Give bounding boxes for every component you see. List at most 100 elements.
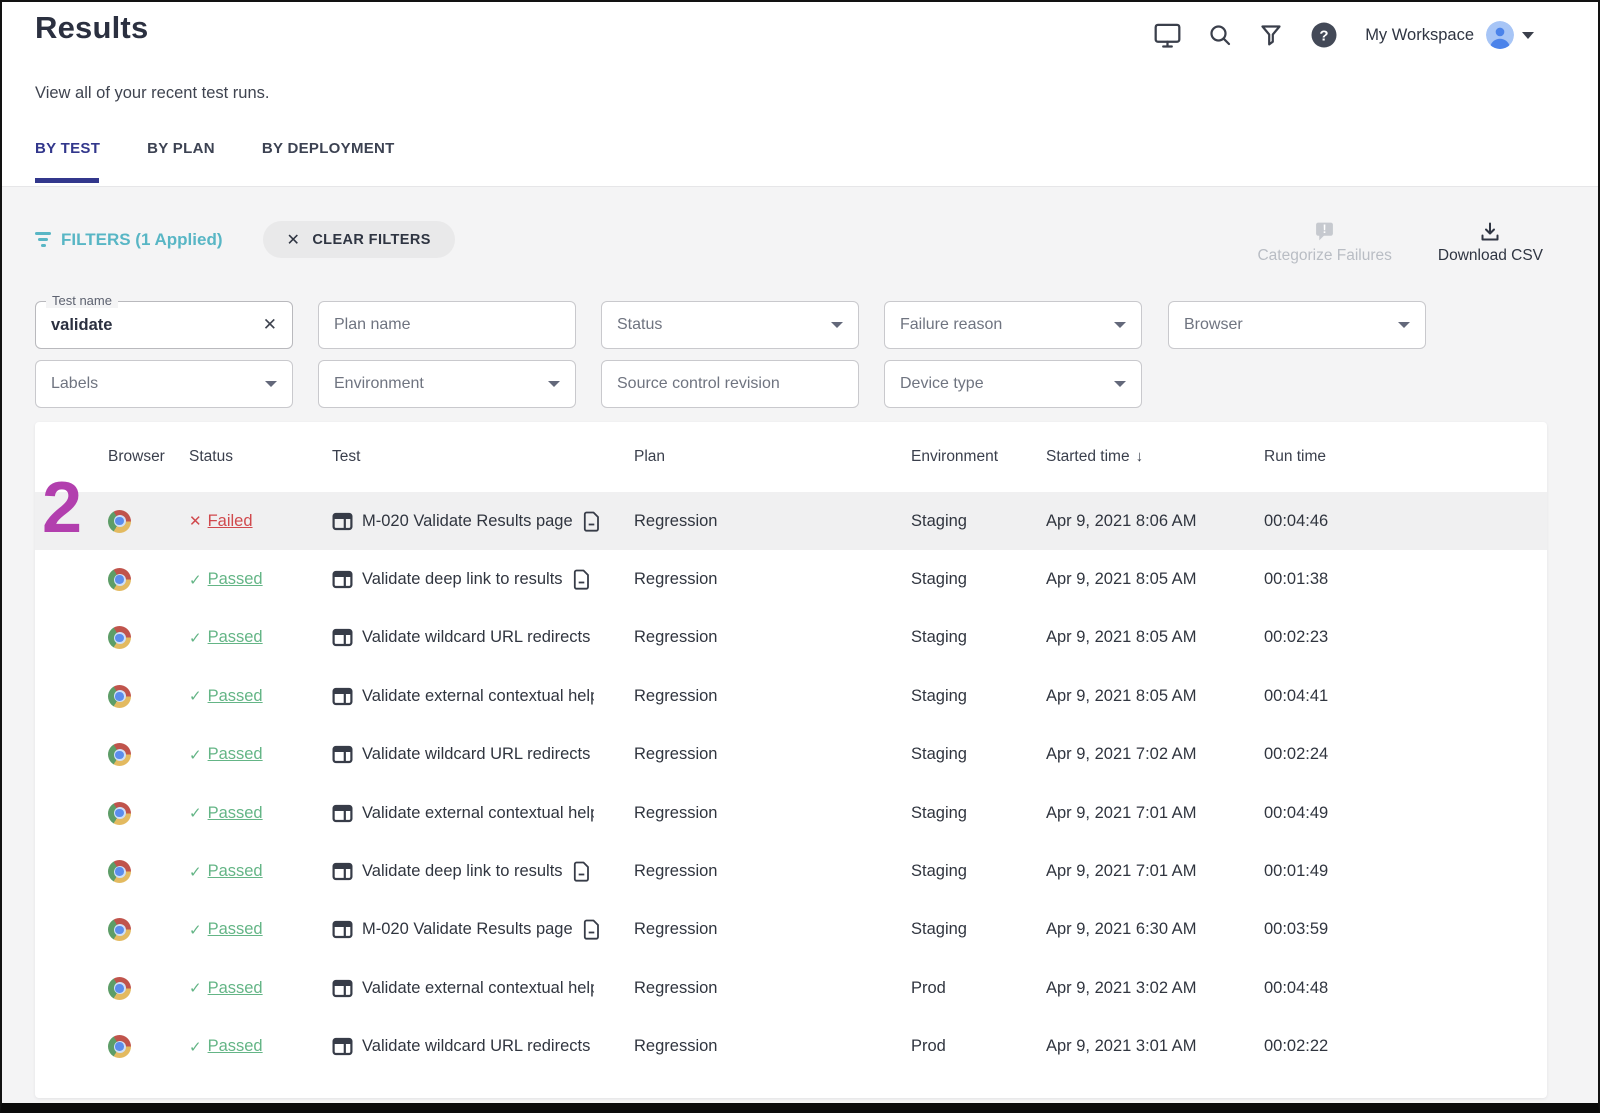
table-row[interactable]: ✓ Passed Validate deep link to results R… xyxy=(35,842,1547,900)
page-header: Results View all of your recent test run… xyxy=(2,2,1598,186)
test-window-icon xyxy=(332,861,353,882)
status-link[interactable]: Passed xyxy=(208,1037,263,1056)
help-icon[interactable]: ? xyxy=(1310,21,1338,49)
test-name-filter-value: validate xyxy=(51,316,263,335)
test-name[interactable]: Validate external contextual help xyxy=(362,687,594,706)
header-browser[interactable]: Browser xyxy=(108,448,189,466)
monitor-icon[interactable] xyxy=(1154,23,1181,48)
speech-bubble-icon: ! xyxy=(1314,221,1335,242)
status-link[interactable]: Passed xyxy=(208,862,263,881)
header-status[interactable]: Status xyxy=(189,448,332,466)
table-row[interactable]: ✓ Passed M-020 Validate Results page Reg… xyxy=(35,901,1547,959)
plan-name-filter[interactable]: Plan name xyxy=(318,301,576,349)
header-environment[interactable]: Environment xyxy=(911,448,1046,466)
source-control-revision-filter[interactable]: Source control revision xyxy=(601,360,859,408)
failure-reason-filter[interactable]: Failure reason xyxy=(884,301,1142,349)
table-body: ✕ Failed M-020 Validate Results page Reg… xyxy=(35,492,1547,1076)
run-time-cell: 00:02:23 xyxy=(1264,628,1547,647)
table-row[interactable]: ✓ Passed Validate wildcard URL redirects… xyxy=(35,726,1547,784)
table-row[interactable]: ✕ Failed M-020 Validate Results page Reg… xyxy=(35,492,1547,550)
table-row[interactable]: ✓ Passed Validate external contextual he… xyxy=(35,667,1547,725)
status-filter[interactable]: Status xyxy=(601,301,859,349)
filters-toggle[interactable]: FILTERS (1 Applied) xyxy=(35,230,223,250)
status-link[interactable]: Passed xyxy=(208,628,263,647)
topbar: ? My Workspace xyxy=(1154,14,1534,56)
test-name[interactable]: Validate external contextual help xyxy=(362,804,594,823)
status-link[interactable]: Passed xyxy=(208,570,263,589)
test-name[interactable]: M-020 Validate Results page xyxy=(362,920,573,939)
labels-filter[interactable]: Labels xyxy=(35,360,293,408)
status-link[interactable]: Passed xyxy=(208,745,263,764)
started-time-cell: Apr 9, 2021 8:06 AM xyxy=(1046,512,1264,531)
device-type-filter[interactable]: Device type xyxy=(884,360,1142,408)
clear-filters-button[interactable]: ✕ CLEAR FILTERS xyxy=(263,221,455,258)
environment-filter[interactable]: Environment xyxy=(318,360,576,408)
table-row[interactable]: ✓ Passed Validate wildcard URL redirects… xyxy=(35,609,1547,667)
plan-cell: Regression xyxy=(634,687,911,706)
test-cell: Validate external contextual help xyxy=(332,978,634,999)
test-cell: Validate wildcard URL redirects xyxy=(332,744,634,765)
status-link[interactable]: Failed xyxy=(208,512,253,531)
test-name[interactable]: Validate deep link to results xyxy=(362,570,563,589)
test-name[interactable]: M-020 Validate Results page xyxy=(362,512,573,531)
status-link[interactable]: Passed xyxy=(208,687,263,706)
search-icon[interactable] xyxy=(1208,23,1232,47)
doc-icon[interactable] xyxy=(582,919,601,940)
chrome-icon xyxy=(108,977,131,1000)
plan-cell: Regression xyxy=(634,804,911,823)
environment-cell: Staging xyxy=(911,628,1046,647)
test-cell: Validate wildcard URL redirects xyxy=(332,627,634,648)
sort-descending-icon[interactable]: ↓ xyxy=(1136,448,1144,465)
tab-by-test[interactable]: BY TEST xyxy=(35,140,100,183)
clear-test-name-icon[interactable]: ✕ xyxy=(263,315,277,335)
run-time-cell: 00:01:38 xyxy=(1264,570,1547,589)
test-name[interactable]: Validate wildcard URL redirects xyxy=(362,745,590,764)
started-time-cell: Apr 9, 2021 8:05 AM xyxy=(1046,628,1264,647)
doc-icon[interactable] xyxy=(572,861,591,882)
table-row[interactable]: ✓ Passed Validate wildcard URL redirects… xyxy=(35,1018,1547,1076)
test-window-icon xyxy=(332,978,353,999)
header-run-time[interactable]: Run time xyxy=(1264,448,1547,466)
chevron-down-icon xyxy=(1522,32,1534,39)
table-row[interactable]: ✓ Passed Validate deep link to results R… xyxy=(35,550,1547,608)
status-link[interactable]: Passed xyxy=(208,979,263,998)
test-name[interactable]: Validate wildcard URL redirects xyxy=(362,1037,590,1056)
download-csv-label: Download CSV xyxy=(1438,247,1543,265)
status-link[interactable]: Passed xyxy=(208,920,263,939)
tab-by-deployment[interactable]: BY DEPLOYMENT xyxy=(262,140,395,183)
status-cell: ✓ Passed xyxy=(189,862,332,881)
environment-cell: Prod xyxy=(911,979,1046,998)
test-name[interactable]: Validate external contextual help xyxy=(362,979,594,998)
header-started-time[interactable]: Started time↓ xyxy=(1046,448,1264,466)
status-cell: ✓ Passed xyxy=(189,979,332,998)
test-name-filter[interactable]: Test name validate ✕ xyxy=(35,301,293,349)
annotation-number: 2 xyxy=(42,472,82,544)
filter-funnel-icon[interactable] xyxy=(1259,23,1283,47)
run-time-cell: 00:04:41 xyxy=(1264,687,1547,706)
test-name[interactable]: Validate wildcard URL redirects xyxy=(362,628,590,647)
download-csv-button[interactable]: Download CSV xyxy=(1438,221,1543,265)
status-cell: ✓ Passed xyxy=(189,628,332,647)
status-glyph: ✓ xyxy=(189,687,202,705)
status-glyph: ✓ xyxy=(189,921,202,939)
chrome-icon xyxy=(108,685,131,708)
environment-cell: Staging xyxy=(911,512,1046,531)
plan-cell: Regression xyxy=(634,1037,911,1056)
test-name-filter-label: Test name xyxy=(46,293,118,308)
browser-filter[interactable]: Browser xyxy=(1168,301,1426,349)
doc-icon[interactable] xyxy=(572,569,591,590)
header-plan[interactable]: Plan xyxy=(634,448,911,466)
status-link[interactable]: Passed xyxy=(208,804,263,823)
header-test[interactable]: Test xyxy=(332,448,634,466)
tab-by-plan[interactable]: BY PLAN xyxy=(147,140,215,183)
doc-icon[interactable] xyxy=(582,511,601,532)
table-row[interactable]: ✓ Passed Validate external contextual he… xyxy=(35,959,1547,1017)
test-name[interactable]: Validate deep link to results xyxy=(362,862,563,881)
chrome-icon xyxy=(108,626,131,649)
plan-cell: Regression xyxy=(634,628,911,647)
categorize-failures-button[interactable]: ! Categorize Failures xyxy=(1257,221,1391,265)
table-row[interactable]: ✓ Passed Validate external contextual he… xyxy=(35,784,1547,842)
workspace-menu[interactable]: My Workspace xyxy=(1365,21,1534,49)
status-cell: ✓ Passed xyxy=(189,804,332,823)
environment-cell: Staging xyxy=(911,862,1046,881)
